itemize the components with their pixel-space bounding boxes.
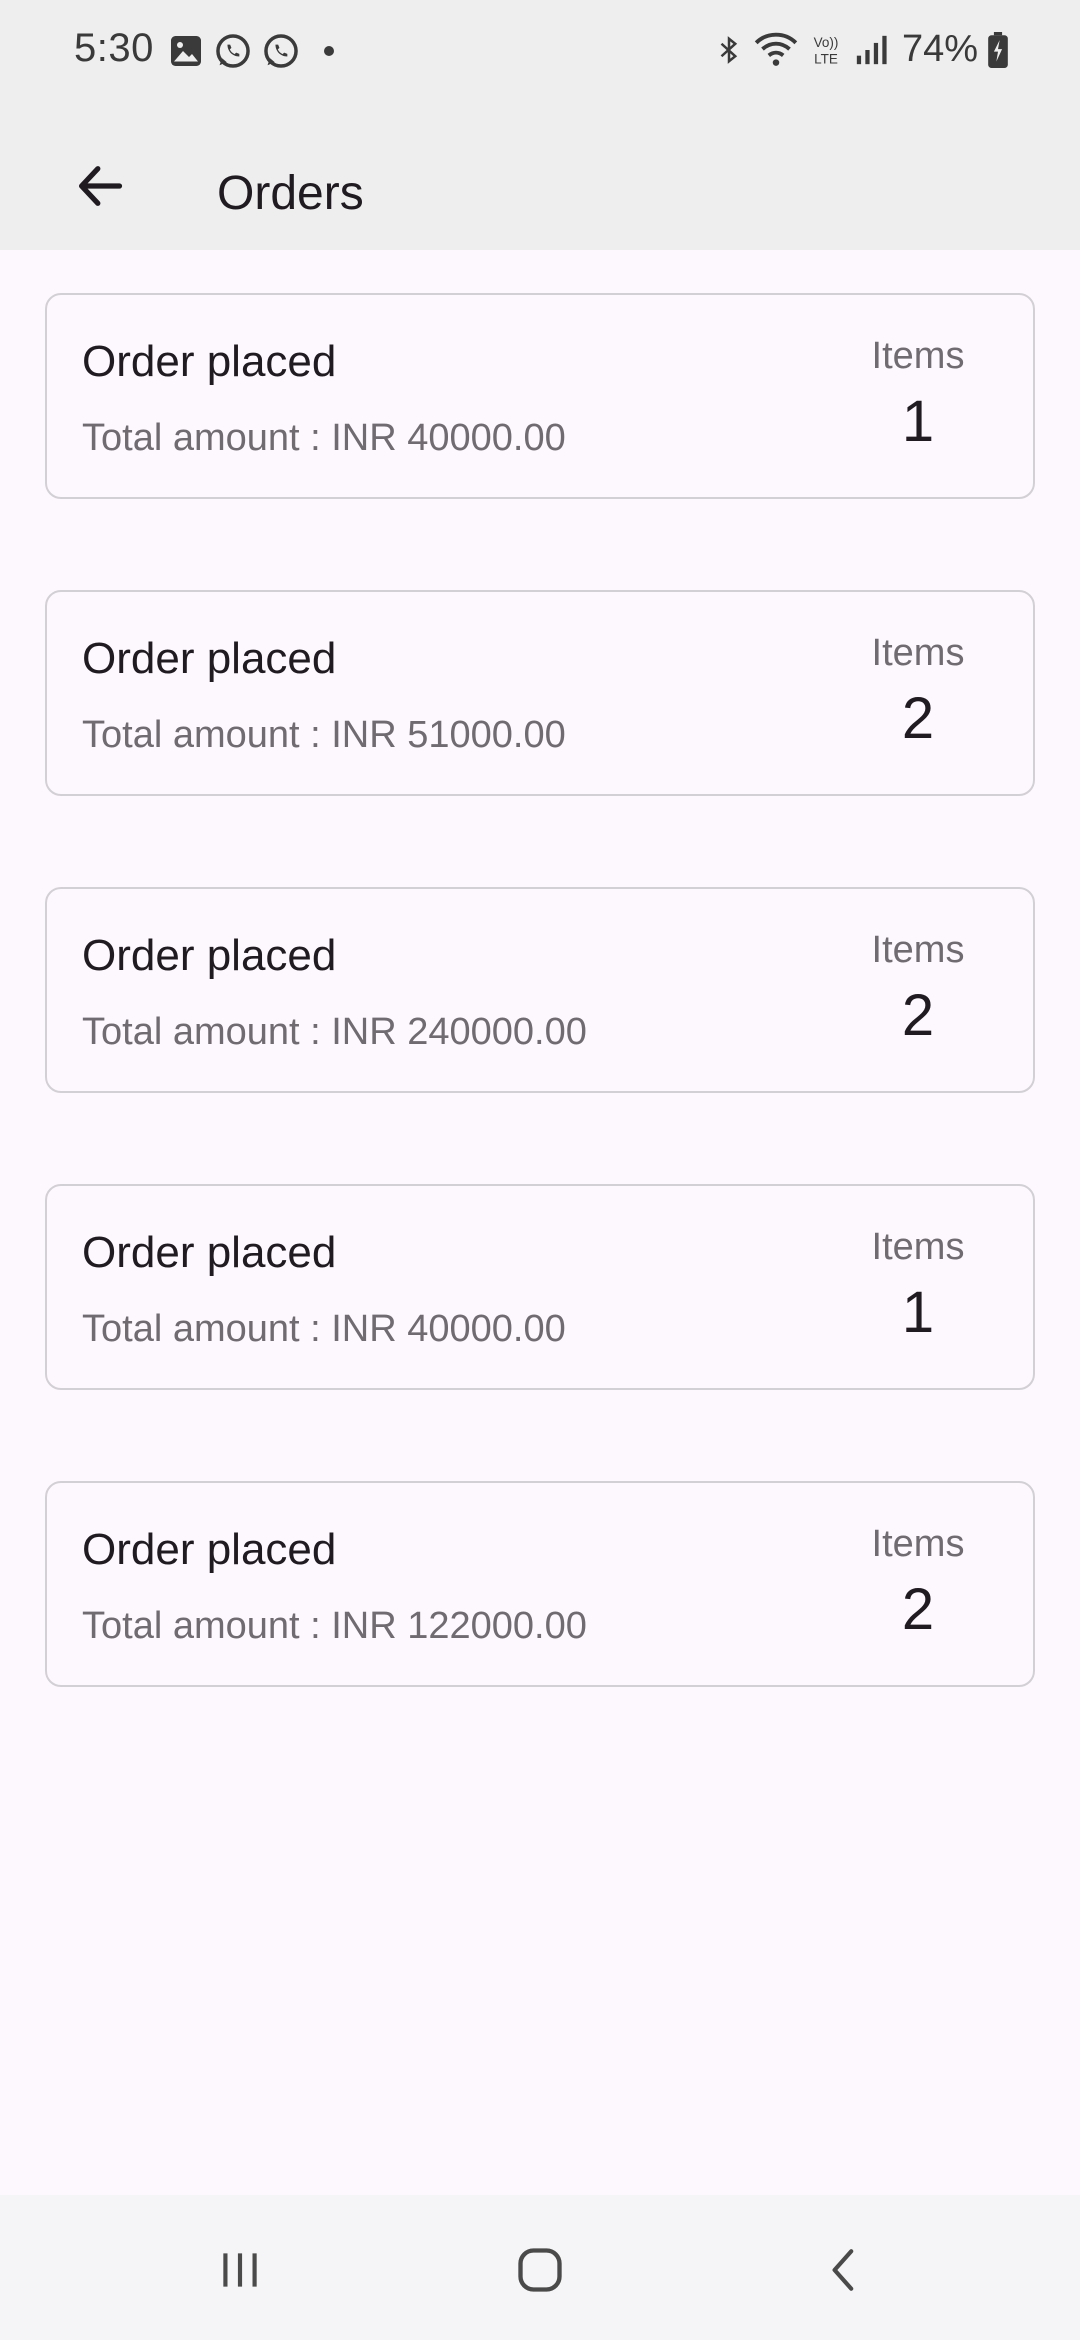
items-block: Items 2 (858, 1523, 978, 1643)
page-title: Orders (217, 167, 364, 220)
whatsapp-icon (264, 34, 298, 68)
svg-text:Vo)): Vo)) (814, 35, 839, 50)
notification-dot-icon (324, 46, 334, 56)
battery-percent: 74% (901, 28, 978, 70)
items-block: Items 1 (858, 335, 978, 455)
wifi-icon (754, 32, 798, 66)
notification-icons (168, 32, 334, 70)
volte-icon: Vo)) LTE (814, 35, 839, 67)
order-total: Total amount : INR 122000.00 (82, 1605, 587, 1647)
recent-apps-button[interactable] (200, 2230, 280, 2310)
orders-list: Order placed Total amount : INR 40000.00… (45, 293, 1035, 1778)
order-status: Order placed (82, 337, 337, 386)
items-count: 2 (901, 686, 935, 751)
whatsapp-icon (216, 34, 250, 68)
recent-apps-icon (223, 2253, 257, 2287)
system-nav-bar (0, 2195, 1080, 2340)
items-label: Items (871, 1226, 965, 1268)
order-card[interactable]: Order placed Total amount : INR 40000.00… (45, 293, 1035, 499)
items-count: 2 (901, 983, 935, 1048)
items-block: Items 1 (858, 1226, 978, 1346)
nav-back-button[interactable] (805, 2230, 885, 2310)
order-total: Total amount : INR 51000.00 (82, 714, 566, 756)
app-bar: Orders (0, 110, 1080, 250)
svg-text:LTE: LTE (814, 51, 838, 66)
items-label: Items (871, 929, 965, 971)
order-card[interactable]: Order placed Total amount : INR 40000.00… (45, 1184, 1035, 1390)
items-count: 1 (901, 389, 935, 454)
back-button[interactable] (60, 146, 140, 226)
order-total: Total amount : INR 240000.00 (82, 1011, 587, 1053)
order-total: Total amount : INR 40000.00 (82, 1308, 566, 1350)
home-icon (518, 2248, 562, 2292)
order-status: Order placed (82, 931, 337, 980)
order-total: Total amount : INR 40000.00 (82, 417, 566, 459)
home-button[interactable] (500, 2230, 580, 2310)
items-count: 2 (901, 1577, 935, 1642)
items-count: 1 (901, 1280, 935, 1345)
items-block: Items 2 (858, 632, 978, 752)
items-label: Items (871, 335, 965, 377)
order-status: Order placed (82, 1525, 337, 1574)
image-icon (171, 36, 201, 66)
battery-icon (988, 31, 1008, 68)
signal-icon (856, 35, 887, 64)
status-time: 5:30 (74, 26, 154, 70)
items-label: Items (871, 1523, 965, 1565)
order-status: Order placed (82, 634, 337, 683)
order-card[interactable]: Order placed Total amount : INR 240000.0… (45, 887, 1035, 1093)
arrow-back-icon (78, 166, 123, 206)
items-block: Items 2 (858, 929, 978, 1049)
system-icons: Vo)) LTE 74% (714, 28, 1008, 71)
back-icon (832, 2249, 854, 2291)
bluetooth-icon (720, 35, 738, 64)
order-card[interactable]: Order placed Total amount : INR 51000.00… (45, 590, 1035, 796)
status-bar: 5:30 Vo)) LTE 74% (0, 0, 1080, 110)
items-label: Items (871, 632, 965, 674)
order-card[interactable]: Order placed Total amount : INR 122000.0… (45, 1481, 1035, 1687)
order-status: Order placed (82, 1228, 337, 1277)
